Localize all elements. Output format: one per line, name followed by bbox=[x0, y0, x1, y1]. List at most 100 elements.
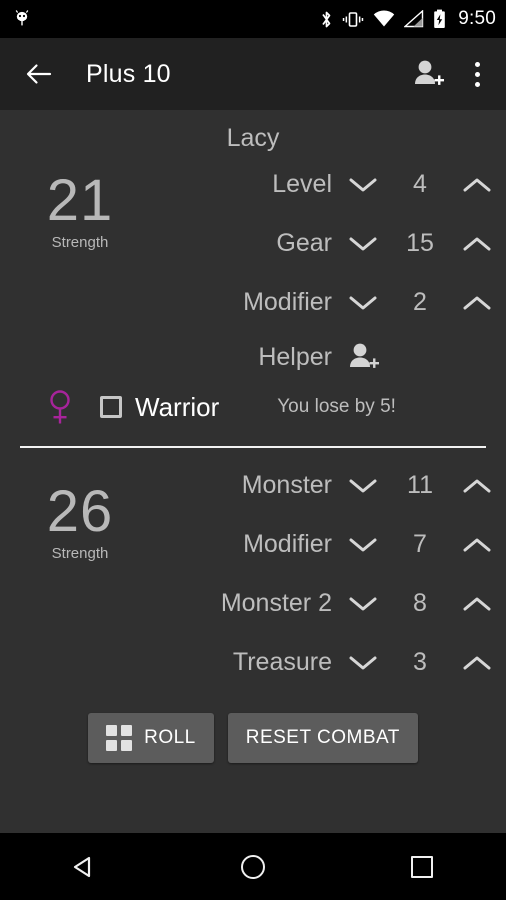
chevron-down-icon bbox=[349, 237, 377, 250]
stat-row-monster-modifier: Modifier 7 bbox=[160, 515, 506, 574]
gender-toggle-button[interactable] bbox=[28, 387, 92, 427]
add-player-button[interactable] bbox=[408, 52, 448, 96]
bluetooth-icon bbox=[320, 9, 333, 30]
stat-label: Treasure bbox=[232, 648, 332, 676]
increment-monster-2-button[interactable] bbox=[448, 582, 506, 626]
nav-recents-icon bbox=[410, 855, 433, 878]
stat-label: Level bbox=[272, 170, 332, 198]
chevron-up-icon bbox=[463, 178, 491, 191]
decrement-monster-button[interactable] bbox=[334, 464, 392, 508]
roll-button[interactable]: ROLL bbox=[88, 713, 214, 763]
dice-square bbox=[121, 740, 133, 751]
stat-value: 7 bbox=[413, 530, 427, 558]
stat-label: Modifier bbox=[243, 530, 332, 558]
nav-back-icon bbox=[74, 856, 91, 877]
player-attributes-row: Warrior You lose by 5! bbox=[0, 382, 506, 432]
player-strength-caption: Strength bbox=[51, 234, 109, 251]
app-screen: 9:50 Plus 10 Lacy 21 Strength Level 4 Ge… bbox=[0, 0, 506, 900]
chevron-down-icon bbox=[349, 597, 377, 610]
stat-label: Modifier bbox=[243, 288, 332, 316]
back-button[interactable] bbox=[22, 57, 56, 91]
page-title: Plus 10 bbox=[86, 59, 171, 88]
increment-treasure-button[interactable] bbox=[448, 641, 506, 685]
warrior-checkbox[interactable] bbox=[100, 396, 122, 418]
monster-strength-value: 26 bbox=[46, 479, 114, 544]
overflow-dot bbox=[474, 81, 480, 87]
decrement-level-button[interactable] bbox=[334, 163, 392, 207]
chevron-down-icon bbox=[349, 656, 377, 669]
stat-row-player-modifier: Modifier 2 bbox=[160, 273, 506, 332]
chevron-up-icon bbox=[463, 597, 491, 610]
battery-charging-icon bbox=[433, 9, 446, 29]
chevron-up-icon bbox=[463, 656, 491, 669]
class-checkbox-row[interactable]: Warrior bbox=[100, 392, 219, 423]
helper-row: Helper bbox=[160, 332, 506, 382]
decrement-gear-button[interactable] bbox=[334, 222, 392, 266]
reset-combat-button[interactable]: RESET COMBAT bbox=[227, 713, 418, 763]
chevron-down-icon bbox=[349, 296, 377, 309]
reset-combat-button-label: RESET COMBAT bbox=[245, 727, 400, 748]
person-add-icon bbox=[415, 60, 444, 85]
decrement-monster-2-button[interactable] bbox=[334, 582, 392, 626]
combat-status-text: You lose by 5! bbox=[277, 396, 396, 417]
status-bar-notifications bbox=[12, 9, 32, 29]
status-bar: 9:50 bbox=[0, 0, 506, 38]
stat-value: 4 bbox=[413, 170, 427, 198]
player-name: Lacy bbox=[226, 124, 280, 152]
stat-label: Gear bbox=[276, 229, 332, 257]
chevron-up-icon bbox=[463, 296, 491, 309]
nav-recents-button[interactable] bbox=[377, 833, 467, 900]
monster-strength-caption: Strength bbox=[51, 545, 109, 562]
nav-home-button[interactable] bbox=[208, 833, 298, 900]
monster-strength: 26 Strength bbox=[0, 479, 160, 563]
increment-level-button[interactable] bbox=[448, 163, 506, 207]
add-helper-button[interactable] bbox=[334, 342, 392, 372]
stat-value: 11 bbox=[407, 471, 433, 499]
cell-signal-icon bbox=[404, 10, 424, 28]
increment-monster-modifier-button[interactable] bbox=[448, 523, 506, 567]
stat-label: Monster 2 bbox=[220, 589, 332, 617]
overflow-dot bbox=[474, 61, 480, 67]
decrement-monster-modifier-button[interactable] bbox=[334, 523, 392, 567]
chevron-up-icon bbox=[463, 237, 491, 250]
overflow-dot bbox=[474, 71, 480, 77]
app-bar-actions bbox=[408, 52, 490, 96]
dice-square bbox=[106, 725, 118, 736]
nav-home-icon bbox=[240, 854, 265, 879]
decrement-player-modifier-button[interactable] bbox=[334, 281, 392, 325]
status-bar-system-icons: 9:50 bbox=[320, 8, 496, 30]
player-strength: 21 Strength bbox=[0, 168, 160, 252]
increment-player-modifier-button[interactable] bbox=[448, 281, 506, 325]
android-nav-bar bbox=[0, 833, 506, 900]
stat-row-level: Level 4 bbox=[160, 155, 506, 214]
person-add-icon bbox=[350, 343, 379, 368]
roll-button-label: ROLL bbox=[144, 727, 196, 748]
decrement-treasure-button[interactable] bbox=[334, 641, 392, 685]
dice-square bbox=[106, 740, 118, 751]
female-symbol-icon bbox=[50, 390, 70, 424]
status-bar-clock: 9:50 bbox=[458, 8, 496, 29]
overflow-menu-button[interactable] bbox=[464, 52, 490, 96]
action-button-bar: ROLL RESET COMBAT bbox=[0, 713, 506, 763]
nav-back-button[interactable] bbox=[39, 833, 129, 900]
stat-row-monster: Monster 11 bbox=[160, 456, 506, 515]
helper-label: Helper bbox=[258, 342, 332, 371]
wifi-icon bbox=[373, 10, 395, 28]
chevron-down-icon bbox=[349, 479, 377, 492]
dice-square bbox=[121, 725, 133, 736]
increment-monster-button[interactable] bbox=[448, 464, 506, 508]
stat-value: 3 bbox=[413, 648, 427, 676]
chevron-down-icon bbox=[349, 178, 377, 191]
player-strength-value: 21 bbox=[46, 168, 114, 233]
combat-content: Lacy 21 Strength Level 4 Gear 15 Modifie… bbox=[0, 110, 506, 833]
stat-value: 15 bbox=[406, 229, 434, 257]
class-label: Warrior bbox=[135, 391, 220, 422]
app-bar: Plus 10 bbox=[0, 38, 506, 110]
vibrate-icon bbox=[342, 9, 364, 30]
increment-gear-button[interactable] bbox=[448, 222, 506, 266]
chevron-down-icon bbox=[349, 538, 377, 551]
chevron-up-icon bbox=[463, 538, 491, 551]
stat-row-gear: Gear 15 bbox=[160, 214, 506, 273]
stat-value: 2 bbox=[413, 288, 427, 316]
stat-row-monster-2: Monster 2 8 bbox=[160, 574, 506, 633]
